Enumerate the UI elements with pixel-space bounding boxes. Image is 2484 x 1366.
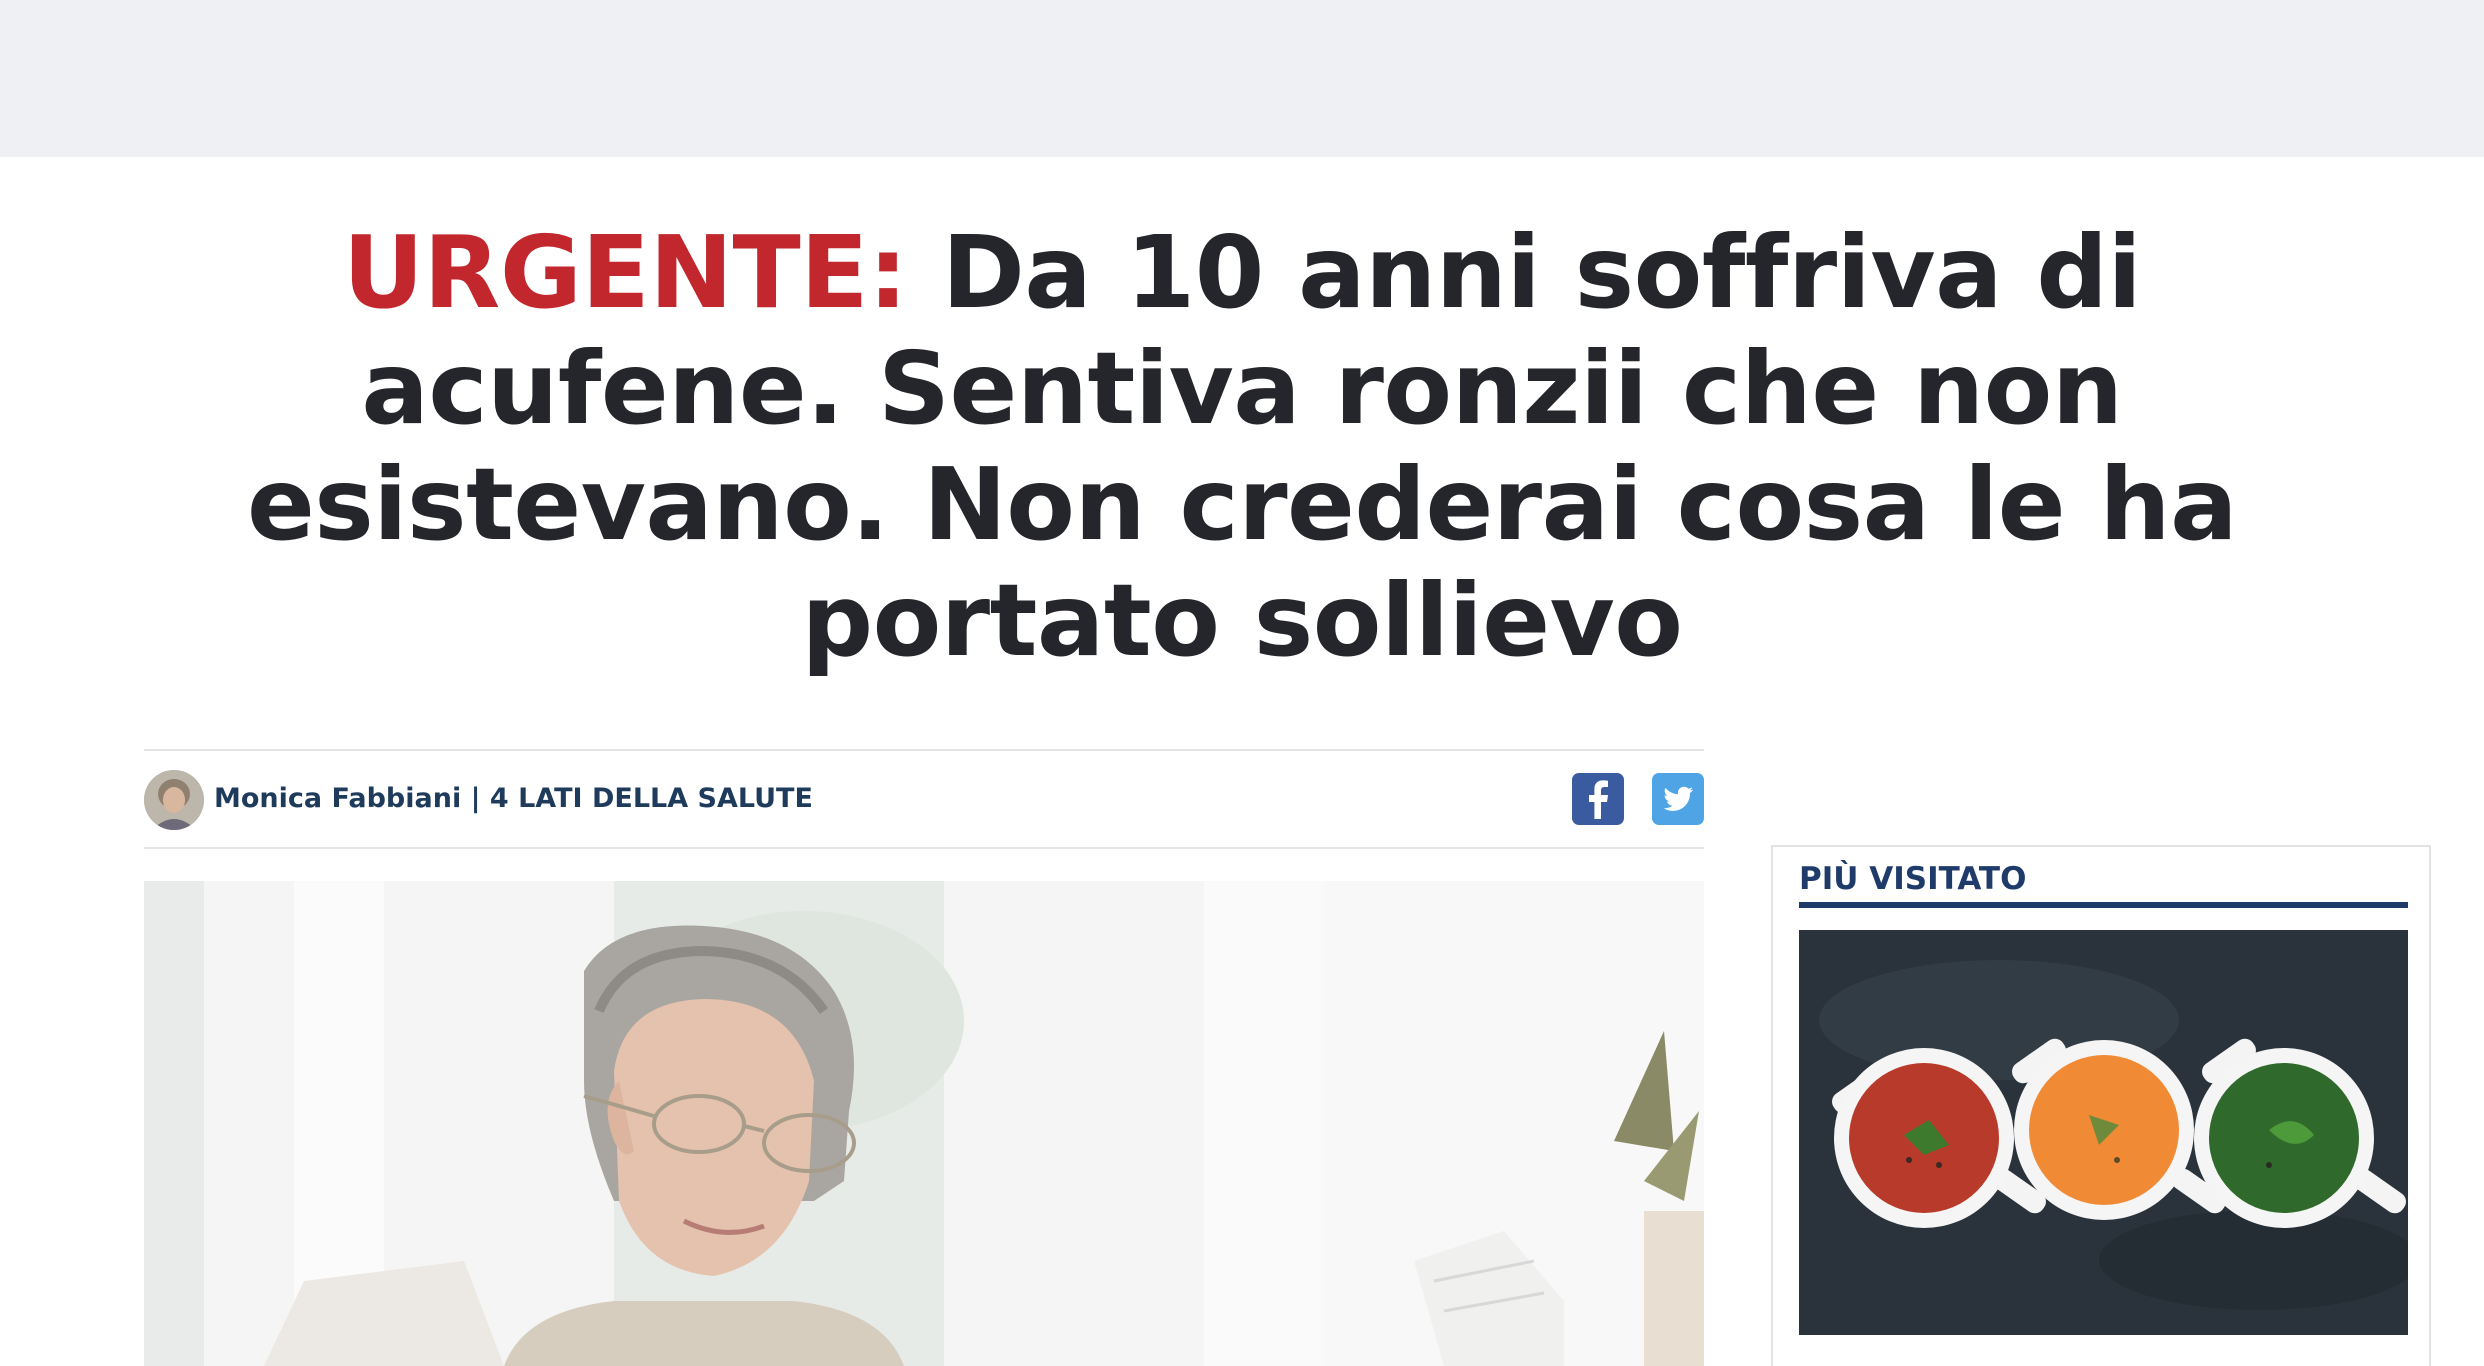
facebook-share-button[interactable] [1572, 773, 1624, 825]
most-visited-widget: PIÙ VISITATO [1771, 845, 2431, 1366]
byline-bar: Monica Fabbiani | 4 LATI DELLA SALUTE [144, 749, 1704, 849]
author-avatar[interactable] [144, 770, 204, 830]
most-visited-rule [1799, 902, 2408, 908]
twitter-icon [1663, 786, 1693, 811]
article-headline: URGENTE: Da 10 anni soffriva di acufene.… [220, 215, 2264, 679]
most-visited-title: PIÙ VISITATO [1799, 861, 2027, 897]
twitter-share-button[interactable] [1652, 773, 1704, 825]
author-name[interactable]: Monica Fabbiani [214, 783, 461, 814]
byline-text: Monica Fabbiani | 4 LATI DELLA SALUTE [214, 779, 813, 819]
headline-urgent-label: URGENTE: [342, 214, 908, 331]
byline-separator: | [470, 783, 481, 814]
article-hero-image [144, 881, 1704, 1366]
publication-name[interactable]: 4 LATI DELLA SALUTE [490, 783, 813, 814]
facebook-icon [1589, 780, 1608, 819]
top-header-band [0, 0, 2484, 157]
most-visited-thumbnail[interactable] [1799, 930, 2408, 1335]
